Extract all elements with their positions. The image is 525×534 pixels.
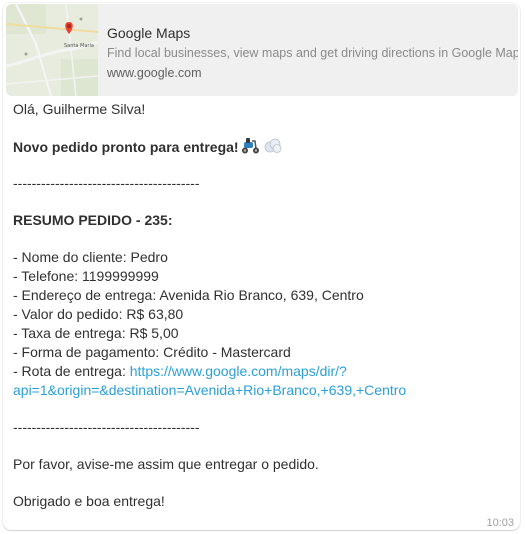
link-preview-card[interactable]: Santa Maria Google Maps Find local busin… — [6, 4, 518, 96]
item-route: - Rota de entrega: https://www.google.co… — [13, 362, 513, 381]
item-customer-name: - Nome do cliente: Pedro — [13, 249, 168, 265]
preview-title[interactable]: Google Maps — [107, 24, 512, 42]
message-body: Olá, Guilherme Silva! Novo pedido pronto… — [13, 100, 513, 511]
map-thumbnail: Santa Maria — [6, 4, 98, 96]
item-phone: - Telefone: 1199999999 — [13, 268, 159, 284]
request-text: Por favor, avise-me assim que entregar o… — [13, 456, 319, 472]
route-link[interactable]: https://www.google.com/maps/dir/? — [130, 363, 347, 379]
headline-text: Novo pedido pronto para entrega! — [13, 139, 239, 155]
item-order-value: - Valor do pedido: R$ 63,80 — [13, 306, 184, 322]
divider-bottom: ---------------------------------------- — [13, 419, 200, 435]
summary-title: RESUMO PEDIDO - 235: — [13, 212, 173, 228]
closing-text: Obrigado e boa entrega! — [13, 493, 165, 509]
map-thumbnail-image: Santa Maria — [6, 4, 98, 96]
scooter-icon — [241, 137, 261, 160]
preview-text: Google Maps Find local businesses, view … — [107, 24, 518, 81]
preview-description: Find local businesses, view maps and get… — [107, 46, 518, 60]
greeting: Olá, Guilherme Silva! — [13, 101, 146, 117]
item-delivery-fee: - Taxa de entrega: R$ 5,00 — [13, 325, 179, 341]
dash-cloud-icon — [263, 137, 283, 160]
route-label: - Rota de entrega: — [13, 363, 130, 379]
preview-domain: www.google.com — [107, 66, 202, 80]
map-thumbnail-label: Santa Maria — [64, 43, 94, 49]
message-timestamp: 10:03 — [486, 517, 514, 529]
item-address: - Endereço de entrega: Avenida Rio Branc… — [13, 287, 364, 303]
route-link-continued-row: api=1&origin=&destination=Avenida+Rio+Br… — [13, 381, 513, 400]
headline: Novo pedido pronto para entrega! — [13, 137, 513, 156]
route-link-continued[interactable]: api=1&origin=&destination=Avenida+Rio+Br… — [13, 382, 406, 398]
divider-top: ---------------------------------------- — [13, 175, 200, 191]
item-payment-method: - Forma de pagamento: Crédito - Masterca… — [13, 344, 291, 360]
